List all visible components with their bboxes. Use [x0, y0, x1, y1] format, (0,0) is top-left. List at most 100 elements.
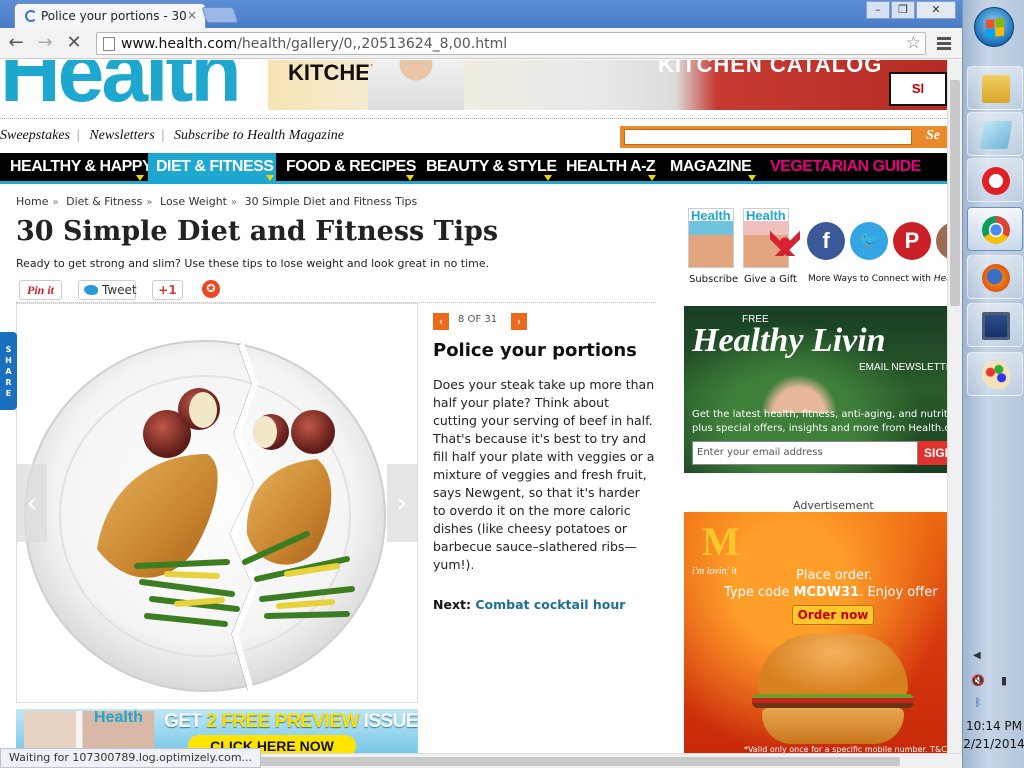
hands-image: [754, 368, 844, 413]
address-bar[interactable]: www.health.com/health/gallery/0,,2051362…: [96, 32, 926, 55]
start-button[interactable]: [974, 7, 1014, 47]
breadcrumb-diet-fitness[interactable]: Diet & Fitness: [66, 195, 142, 208]
clock-time[interactable]: 10:14 PM: [963, 719, 1024, 733]
subscribe-link[interactable]: Subscribe: [689, 274, 738, 285]
folder-icon: [982, 75, 1010, 103]
nav-vegetarian-guide[interactable]: VEGETARIAN GUIDE: [762, 153, 921, 184]
url-text[interactable]: www.health.com/health/gallery/0,,2051362…: [121, 36, 507, 52]
taskbar-notepad[interactable]: [967, 112, 1023, 156]
kitchen-catalog-banner-ad[interactable]: KITCHEN KITCHEN CATALOG Sl: [268, 60, 947, 110]
order-now-button[interactable]: Order now: [792, 605, 874, 625]
nav-beauty-style[interactable]: BEAUTY & STYLE: [418, 153, 557, 184]
pinterest-icon[interactable]: P: [893, 222, 931, 260]
clock-date[interactable]: 2/21/2014: [963, 737, 1024, 751]
vertical-scrollbar[interactable]: [947, 60, 962, 753]
twitter-bird-icon: [84, 285, 98, 295]
horizontal-scroll-thumb[interactable]: [214, 757, 900, 766]
window-close-button[interactable]: ✕: [916, 1, 956, 19]
firefox-icon: [982, 264, 1010, 292]
browser-tab-active[interactable]: Police your portions - 30 S ×: [14, 3, 206, 28]
nav-health-a-z[interactable]: HEALTH A-Z: [558, 153, 658, 184]
network-signal-icon[interactable]: ▮: [997, 674, 1011, 688]
taskbar-explorer[interactable]: [967, 66, 1023, 110]
forward-arrow-icon[interactable]: →: [35, 33, 55, 53]
nav-food-recipes[interactable]: FOOD & RECIPES: [278, 153, 416, 184]
header-divider: [0, 118, 947, 119]
banner-catalog-text: KITCHEN CATALOG: [658, 60, 883, 77]
slide-prev-button[interactable]: ‹: [433, 313, 449, 330]
sweepstakes-link[interactable]: Sweepstakes: [0, 128, 70, 143]
page-icon: [103, 37, 115, 51]
breadcrumb-lose-weight[interactable]: Lose Weight: [160, 195, 227, 208]
pinit-button[interactable]: Pin it: [19, 280, 62, 300]
taskbar-chrome[interactable]: [967, 207, 1023, 251]
nav-healthy-happy[interactable]: HEALTHY & HAPPY: [2, 153, 153, 184]
stumbleupon-icon[interactable]: ✪: [202, 280, 220, 298]
breadcrumb-home[interactable]: Home: [16, 195, 48, 208]
volume-muted-icon[interactable]: 🔇: [971, 674, 985, 688]
subscribe-magazine-cover[interactable]: Health: [688, 208, 734, 268]
main-nav: HEALTHY & HAPPY DIET & FITNESS FOOD & RE…: [0, 153, 947, 184]
magazine-covers-image: Health: [24, 709, 154, 753]
mcdonalds-ad[interactable]: M i'm lovin' it Place order. Type code M…: [684, 512, 947, 753]
next-slide: Next: Combat cocktail hour: [433, 597, 626, 612]
twitter-icon[interactable]: 🐦: [850, 222, 888, 260]
newsletter-signup-button[interactable]: SIGN: [918, 441, 947, 465]
stop-loading-icon[interactable]: ✕: [64, 33, 84, 53]
facebook-icon[interactable]: f: [807, 222, 845, 260]
newsletter-description: Get the latest health, fitness, anti-agi…: [692, 409, 947, 434]
nav-dropdown-icon: [266, 175, 274, 181]
search-button[interactable]: Se: [926, 128, 940, 144]
search-input[interactable]: [624, 129, 912, 145]
taskbar-airtel[interactable]: [967, 158, 1023, 202]
gallery-image[interactable]: ‹ ›: [16, 303, 418, 703]
status-bubble: Waiting for 107300789.log.optimizely.com…: [0, 748, 262, 768]
new-tab-button[interactable]: [201, 7, 239, 23]
windows-logo-icon: [986, 18, 1004, 38]
ad-line-1: Place order.: [796, 568, 873, 583]
newsletters-link[interactable]: Newsletters: [89, 128, 154, 143]
bluetooth-icon[interactable]: ᛒ: [971, 696, 985, 710]
google-plus-button[interactable]: +1: [152, 280, 183, 300]
subscribe-link[interactable]: Subscribe to Health Magazine: [174, 128, 344, 143]
back-arrow-icon[interactable]: ←: [6, 33, 26, 53]
chrome-menu-icon[interactable]: [937, 37, 951, 52]
social-extra-icon[interactable]: [936, 222, 947, 260]
vertical-scroll-thumb[interactable]: [950, 80, 960, 306]
newsletter-tag: EMAIL NEWSLETTER: [859, 362, 947, 373]
site-search: Se: [620, 126, 947, 148]
show-hidden-icons-button[interactable]: ◀: [973, 650, 981, 661]
taskbar-firefox[interactable]: [967, 255, 1023, 299]
newsletter-signup-ad: FREE Healthy Livin EMAIL NEWSLETTER Get …: [684, 306, 947, 473]
page-title: 30 Simple Diet and Fitness Tips: [16, 216, 499, 247]
breadcrumb-current[interactable]: 30 Simple Diet and Fitness Tips: [245, 195, 418, 208]
browser-toolbar: ← → ✕ www.health.com/health/gallery/0,,2…: [0, 28, 962, 59]
airtel-icon: [982, 167, 1010, 195]
slide-next-button[interactable]: ›: [511, 313, 527, 330]
health-logo[interactable]: Health: [0, 60, 242, 114]
newsletter-email-input[interactable]: Enter your email address: [692, 441, 918, 465]
nav-dropdown-icon: [748, 175, 756, 181]
share-side-tab[interactable]: SHARE: [0, 332, 17, 410]
bookmark-star-icon[interactable]: ☆: [906, 33, 921, 53]
next-slide-link[interactable]: Combat cocktail hour: [475, 597, 625, 612]
ad-fine-print: *Valid only once for a specific mobile n…: [744, 745, 947, 753]
nav-dropdown-icon: [544, 175, 552, 181]
free-issues-promo[interactable]: Health GET 2 FREE PREVIEW ISSUES! CLICK …: [16, 709, 418, 753]
taskbar-paint[interactable]: [967, 352, 1023, 396]
page-viewport: Health KITCHEN KITCHEN CATALOG Sl Sweeps…: [0, 60, 947, 753]
nav-magazine[interactable]: MAGAZINE: [662, 153, 758, 184]
tab-close-icon[interactable]: ×: [187, 8, 197, 22]
minimize-button[interactable]: –: [866, 1, 890, 19]
gallery-next-arrow[interactable]: ›: [387, 464, 417, 542]
tweet-button[interactable]: Tweet: [78, 280, 137, 300]
tab-strip: Police your portions - 30 S × – ❐ ✕: [0, 0, 962, 28]
page-subtitle: Ready to get strong and slim? Use these …: [16, 257, 490, 270]
restore-button[interactable]: ❐: [891, 1, 915, 19]
gallery-prev-arrow[interactable]: ‹: [17, 464, 47, 542]
give-a-gift-link[interactable]: Give a Gift: [744, 274, 797, 285]
gift-bow-icon: [770, 230, 800, 256]
nav-dropdown-icon: [406, 175, 414, 181]
nav-diet-fitness[interactable]: DIET & FITNESS: [148, 153, 276, 184]
taskbar-remote-desktop[interactable]: [967, 303, 1023, 347]
